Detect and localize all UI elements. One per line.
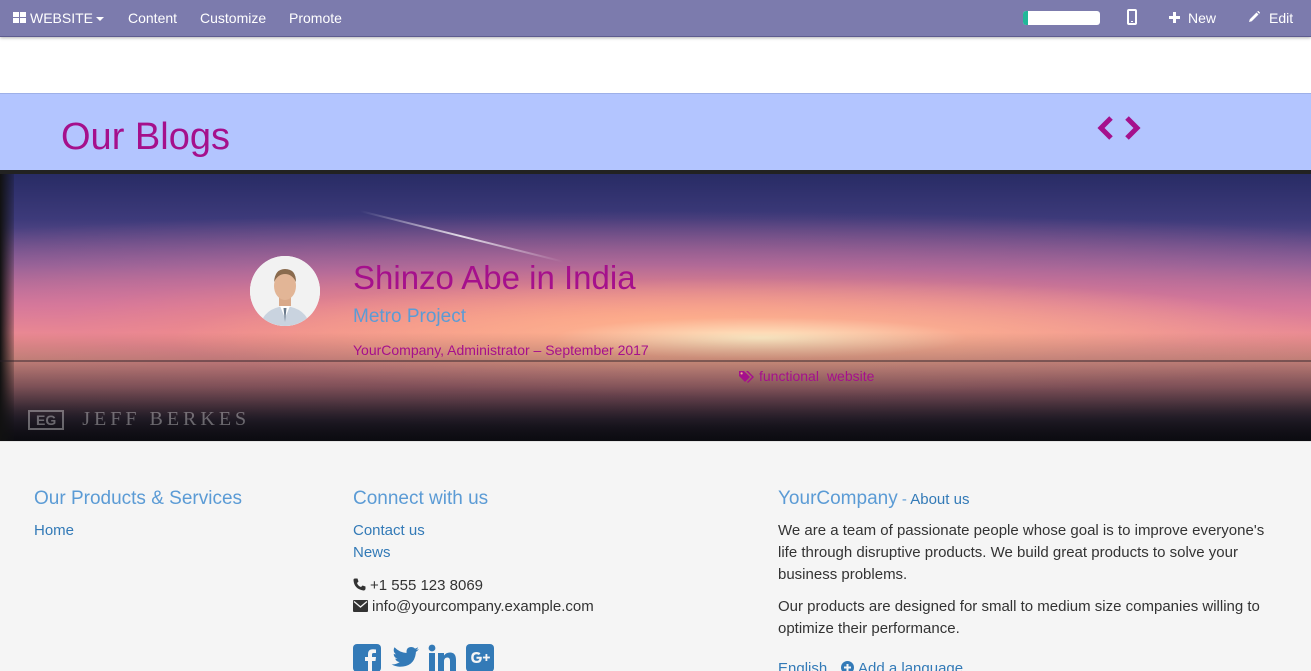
watermark-text: JEFF BERKES (82, 408, 251, 430)
page-title: Our Blogs (61, 116, 230, 158)
admin-navbar: WEBSITE Content Customize Promote New Ed… (0, 0, 1311, 37)
horizon-line (0, 360, 1311, 362)
blog-header-band: Our Blogs (0, 93, 1311, 170)
edit-button[interactable]: Edit (1269, 0, 1293, 36)
twitter-icon[interactable] (390, 644, 420, 671)
tag-functional[interactable]: functional (759, 368, 819, 384)
phone-icon (353, 578, 366, 591)
photo-watermark: EG JEFF BERKES (28, 408, 250, 431)
progress-fill (1023, 11, 1028, 25)
footer: Our Products & Services Home Connect wit… (0, 441, 1311, 671)
products-heading: Our Products & Services (34, 488, 243, 509)
company-name: YourCompany (778, 488, 898, 509)
footer-phone: +1 555 123 8069 (353, 577, 483, 594)
mobile-preview-icon[interactable] (1127, 9, 1137, 25)
phone-text: +1 555 123 8069 (370, 577, 484, 594)
footer-link-home[interactable]: Home (34, 522, 74, 539)
add-language-link[interactable]: Add a language (841, 660, 963, 671)
customize-menu[interactable]: Customize (200, 0, 266, 36)
website-menu-label: WEBSITE (30, 10, 94, 26)
new-button[interactable]: New (1188, 0, 1216, 36)
about-paragraph-1: We are a team of passionate people whose… (778, 522, 1265, 583)
google-plus-icon[interactable] (466, 644, 494, 671)
footer-link-contact[interactable]: Contact us (353, 522, 425, 539)
watermark-logo: EG (28, 410, 65, 430)
caret-down-icon (96, 17, 105, 22)
tag-website[interactable]: website (827, 368, 874, 384)
facebook-icon[interactable] (353, 644, 381, 671)
light-streak (359, 210, 565, 263)
post-subtitle: Metro Project (353, 306, 466, 327)
blog-post-cover[interactable]: EG JEFF BERKES Shinzo Abe in India Metro … (0, 170, 1311, 441)
plus-icon (1169, 12, 1180, 23)
post-tags: functional website (739, 368, 882, 384)
apps-grid-icon[interactable] (13, 12, 26, 23)
plus-circle-icon (841, 661, 854, 671)
envelope-icon (353, 600, 368, 612)
footer-email: info@yourcompany.example.com (353, 598, 594, 615)
about-us-link[interactable]: About us (910, 491, 969, 508)
linkedin-icon[interactable] (428, 644, 457, 671)
pencil-icon (1249, 11, 1260, 22)
post-meta: YourCompany, Administrator – September 2… (353, 342, 649, 358)
content-menu[interactable]: Content (128, 0, 177, 36)
about-paragraph-2: Our products are designed for small to m… (778, 598, 1260, 637)
website-menu-button[interactable]: WEBSITE (30, 0, 105, 36)
post-title[interactable]: Shinzo Abe in India (353, 258, 636, 298)
code-icon[interactable] (1096, 114, 1142, 142)
progress-bar (1023, 11, 1100, 25)
add-language-text: Add a language (858, 660, 964, 671)
language-english-link[interactable]: English (778, 660, 827, 671)
footer-link-news[interactable]: News (353, 544, 391, 561)
tags-icon (739, 371, 754, 383)
promote-menu[interactable]: Promote (289, 0, 342, 36)
company-heading: YourCompany - About us (778, 488, 970, 509)
email-text: info@yourcompany.example.com (372, 598, 594, 615)
connect-heading: Connect with us (353, 488, 489, 509)
author-avatar (250, 256, 320, 326)
